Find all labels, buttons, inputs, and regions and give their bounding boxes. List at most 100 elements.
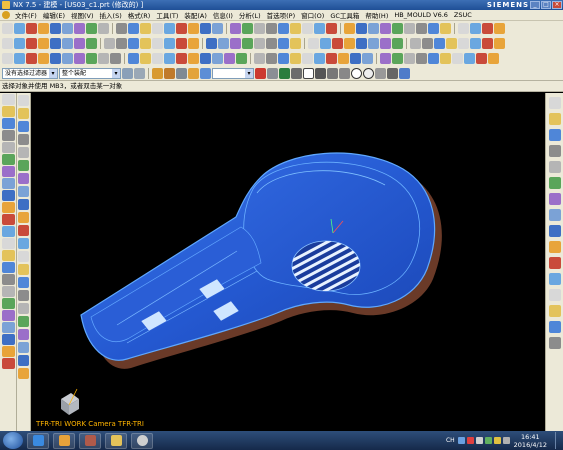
- menu-preferences[interactable]: 首选项(P): [264, 10, 299, 20]
- surface-tool-icon[interactable]: [62, 53, 73, 64]
- taskbar-photo[interactable]: [79, 432, 101, 449]
- left-tool-icon[interactable]: [18, 329, 29, 340]
- standard-tool-icon[interactable]: [98, 23, 109, 34]
- box-icon[interactable]: [399, 67, 410, 79]
- left-tool-icon[interactable]: [18, 238, 29, 249]
- standard-tool-icon[interactable]: [86, 23, 97, 34]
- surface-tool-icon[interactable]: [362, 53, 373, 64]
- surface-tool-icon[interactable]: [464, 53, 475, 64]
- feature-tool-icon[interactable]: [356, 38, 367, 49]
- arc-icon[interactable]: [339, 67, 350, 79]
- standard-tool-icon[interactable]: [50, 23, 61, 34]
- feature-tool-icon[interactable]: [368, 38, 379, 49]
- taskbar-ie[interactable]: [27, 432, 49, 449]
- general-selection-icon[interactable]: [122, 67, 133, 79]
- standard-tool-icon[interactable]: [266, 23, 277, 34]
- left-tool-icon[interactable]: [18, 212, 29, 223]
- resource-tab-icon[interactable]: [2, 166, 15, 177]
- right-tool-icon[interactable]: [549, 225, 561, 237]
- surface-tool-icon[interactable]: [176, 53, 187, 64]
- standard-tool-icon[interactable]: [254, 23, 265, 34]
- resource-tab-icon[interactable]: [2, 202, 15, 213]
- graphics-window[interactable]: TFR-TRI WORK Camera TFR-TRI: [31, 93, 545, 431]
- surface-tool-icon[interactable]: [152, 53, 163, 64]
- feature-tool-icon[interactable]: [278, 38, 289, 49]
- volume-icon[interactable]: [502, 437, 510, 444]
- right-tool-icon[interactable]: [549, 289, 561, 301]
- resource-tab-icon[interactable]: [2, 274, 15, 285]
- feature-tool-icon[interactable]: [206, 38, 217, 49]
- surface-tool-icon[interactable]: [416, 53, 427, 64]
- resource-tab-icon[interactable]: [2, 286, 15, 297]
- feature-tool-icon[interactable]: [230, 38, 241, 49]
- arc-center-icon[interactable]: [351, 67, 362, 79]
- standard-tool-icon[interactable]: [326, 23, 337, 34]
- left-tool-icon[interactable]: [18, 147, 29, 158]
- left-tool-icon[interactable]: [18, 160, 29, 171]
- standard-tool-icon[interactable]: [314, 23, 325, 34]
- surface-tool-icon[interactable]: [188, 53, 199, 64]
- surface-tool-icon[interactable]: [326, 53, 337, 64]
- feature-tool-icon[interactable]: [62, 38, 73, 49]
- standard-tool-icon[interactable]: [470, 23, 481, 34]
- feature-tool-icon[interactable]: [2, 38, 13, 49]
- surface-tool-icon[interactable]: [440, 53, 451, 64]
- surface-tool-icon[interactable]: [236, 53, 247, 64]
- surface-tool-icon[interactable]: [212, 53, 223, 64]
- menu-hb-mould[interactable]: HB_MOULD V6.6: [391, 11, 451, 19]
- surface-tool-icon[interactable]: [86, 53, 97, 64]
- surface-tool-icon[interactable]: [14, 53, 25, 64]
- show-desktop-button[interactable]: [555, 432, 561, 449]
- standard-tool-icon[interactable]: [152, 23, 163, 34]
- surface-tool-icon[interactable]: [380, 53, 391, 64]
- standard-tool-icon[interactable]: [2, 23, 13, 34]
- surface-tool-icon[interactable]: [452, 53, 463, 64]
- face-rule-icon[interactable]: [200, 67, 211, 79]
- resource-tab-icon[interactable]: [2, 334, 15, 345]
- standard-tool-icon[interactable]: [404, 23, 415, 34]
- feature-tool-icon[interactable]: [104, 38, 115, 49]
- surface-tool-icon[interactable]: [164, 53, 175, 64]
- end-point-icon[interactable]: [279, 67, 290, 79]
- nx-menu-icon[interactable]: [2, 11, 10, 19]
- left-tool-icon[interactable]: [18, 368, 29, 379]
- standard-tool-icon[interactable]: [392, 23, 403, 34]
- surface-tool-icon[interactable]: [302, 53, 313, 64]
- selection-scope-dropdown[interactable]: 整个装配: [59, 67, 121, 79]
- menu-zsuc[interactable]: ZSUC: [451, 11, 475, 19]
- left-tool-icon[interactable]: [18, 251, 29, 262]
- ime-indicator[interactable]: CH: [446, 437, 455, 444]
- line-icon[interactable]: [327, 67, 338, 79]
- tray-icon[interactable]: [475, 437, 483, 444]
- feature-tool-icon[interactable]: [332, 38, 343, 49]
- feature-tool-icon[interactable]: [38, 38, 49, 49]
- feature-tool-icon[interactable]: [308, 38, 319, 49]
- standard-tool-icon[interactable]: [416, 23, 427, 34]
- surface-tool-icon[interactable]: [50, 53, 61, 64]
- right-tool-icon[interactable]: [549, 113, 561, 125]
- feature-tool-icon[interactable]: [164, 38, 175, 49]
- standard-tool-icon[interactable]: [290, 23, 301, 34]
- feature-tool-icon[interactable]: [26, 38, 37, 49]
- left-tool-icon[interactable]: [18, 134, 29, 145]
- resource-tab-icon[interactable]: [2, 154, 15, 165]
- resource-tab-icon[interactable]: [2, 358, 15, 369]
- feature-tool-icon[interactable]: [176, 38, 187, 49]
- windows-start-icon[interactable]: [3, 432, 23, 449]
- surface-tool-icon[interactable]: [110, 53, 121, 64]
- selection-icon[interactable]: [188, 67, 199, 79]
- standard-tool-icon[interactable]: [128, 23, 139, 34]
- surface-tool-icon[interactable]: [74, 53, 85, 64]
- menu-help[interactable]: 帮助(H): [362, 10, 391, 20]
- menu-insert[interactable]: 插入(S): [97, 10, 125, 20]
- left-tool-icon[interactable]: [18, 355, 29, 366]
- resource-tab-icon[interactable]: [2, 238, 15, 249]
- feature-tool-icon[interactable]: [482, 38, 493, 49]
- standard-tool-icon[interactable]: [302, 23, 313, 34]
- resource-tab-icon[interactable]: [2, 94, 15, 105]
- feature-tool-icon[interactable]: [74, 38, 85, 49]
- standard-tool-icon[interactable]: [38, 23, 49, 34]
- right-tool-icon[interactable]: [549, 273, 561, 285]
- tray-icon[interactable]: [484, 437, 492, 444]
- resource-tab-icon[interactable]: [2, 118, 15, 129]
